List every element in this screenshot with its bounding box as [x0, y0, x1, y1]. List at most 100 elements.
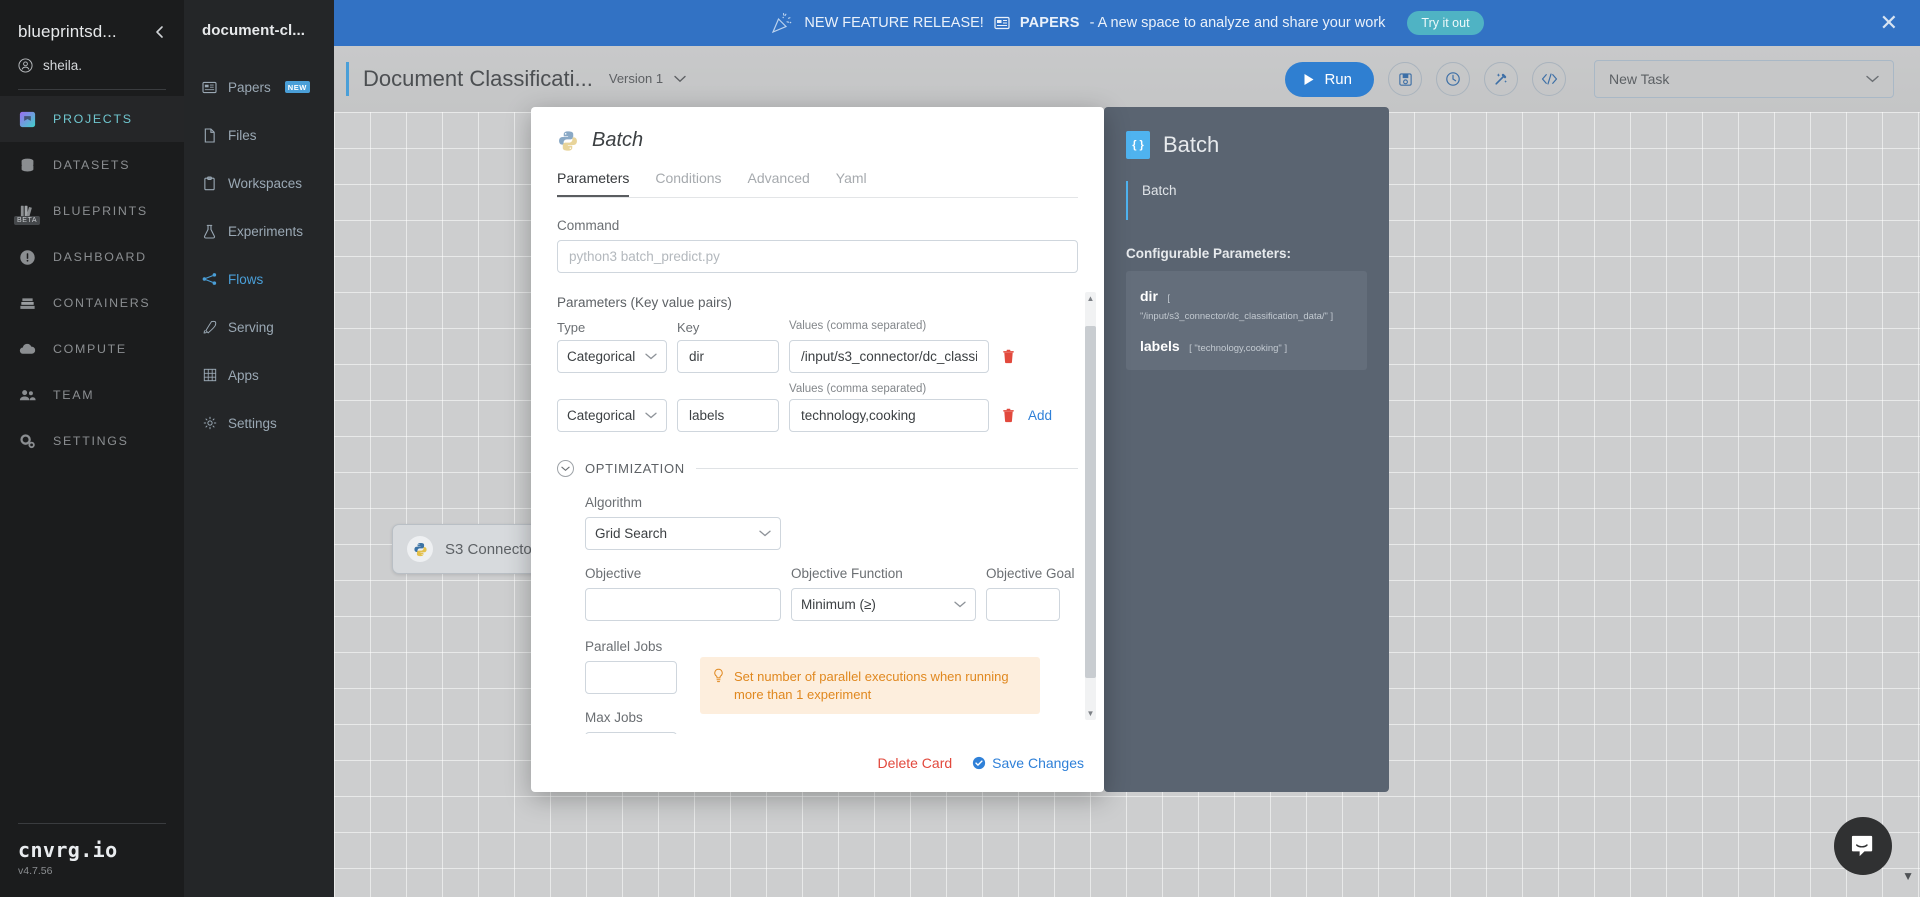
batch-card-modal: Batch Parameters Conditions Advanced Yam… [531, 107, 1104, 792]
card-info-panel: { } Batch Batch Configurable Parameters:… [1104, 107, 1389, 792]
command-input[interactable] [557, 240, 1078, 273]
project-nav-label: Papers [228, 79, 271, 95]
chevron-down-icon [557, 460, 574, 477]
parameter-name: labels [1140, 338, 1180, 354]
history-clock-icon[interactable] [1436, 62, 1470, 96]
optimization-section-toggle[interactable]: OPTIMIZATION [557, 460, 1078, 477]
chevron-down-icon [759, 530, 771, 537]
project-nav-item-experiments[interactable]: Experiments [184, 207, 334, 255]
param-type-select[interactable]: Categorical [557, 399, 667, 432]
run-button[interactable]: Run [1285, 61, 1374, 97]
project-nav-item-settings[interactable]: Settings [184, 399, 334, 447]
max-jobs-input[interactable] [585, 732, 677, 734]
chevron-down-icon [954, 601, 966, 608]
project-nav-item-apps[interactable]: Apps [184, 351, 334, 399]
project-nav-list: Papers NEW Files Workspaces Experiments … [184, 63, 334, 447]
param-type-select[interactable]: Categorical [557, 340, 667, 373]
sidebar-item-settings[interactable]: SETTINGS [0, 418, 184, 464]
algorithm-select[interactable]: Grid Search [585, 517, 781, 550]
trash-icon[interactable] [999, 349, 1018, 364]
project-nav-item-flows[interactable]: Flows [184, 255, 334, 303]
delete-card-button[interactable]: Delete Card [877, 755, 952, 771]
column-header-type: Type [557, 320, 586, 335]
close-icon[interactable]: ✕ [1880, 12, 1898, 34]
param-value-input[interactable] [789, 340, 989, 373]
sidebar-divider [18, 89, 166, 90]
param-key-input[interactable] [677, 340, 779, 373]
sidebar-item-datasets[interactable]: DATASETS [0, 142, 184, 188]
flow-toolbar: Document Classificati... Version 1 Run N… [334, 46, 1920, 112]
gear-icon [202, 416, 217, 431]
flask-icon [202, 224, 217, 239]
project-nav-item-workspaces[interactable]: Workspaces [184, 159, 334, 207]
user-account[interactable]: sheila. [18, 58, 166, 73]
brand-logo: cnvrg.io [18, 838, 118, 862]
trash-icon[interactable] [999, 408, 1018, 423]
project-nav-item-papers[interactable]: Papers NEW [184, 63, 334, 111]
command-label: Command [557, 218, 620, 233]
clipboard-icon [202, 175, 217, 191]
project-nav-label: Workspaces [228, 175, 303, 191]
info-panel-description: Batch [1126, 181, 1367, 220]
chevron-down-icon [673, 75, 686, 83]
project-nav-label: Flows [228, 271, 264, 287]
algorithm-label: Algorithm [585, 495, 643, 510]
optimization-body: Algorithm Grid Search Objective Objectiv… [557, 495, 1078, 734]
code-brackets-icon[interactable] [1532, 62, 1566, 96]
python-icon [407, 536, 433, 562]
check-circle-icon [973, 756, 986, 770]
project-nav-label: Apps [228, 367, 259, 383]
sidebar-item-containers[interactable]: CONTAINERS [0, 280, 184, 326]
max-jobs-label: Max Jobs [585, 710, 643, 725]
save-flow-icon[interactable] [1388, 62, 1422, 96]
scroll-up-arrow-icon[interactable]: ▲ [1085, 292, 1096, 305]
parameter-value: [ "/input/s3_connector/dc_classification… [1140, 293, 1334, 322]
parallel-jobs-field: Parallel Jobs Max Jobs [585, 639, 677, 734]
sidebar-item-team[interactable]: TEAM [0, 372, 184, 418]
project-nav-label: Experiments [228, 223, 304, 239]
intercom-chat-button[interactable] [1834, 817, 1892, 875]
chevron-left-icon[interactable] [153, 24, 166, 40]
project-nav-label: Settings [228, 415, 277, 431]
tab-conditions[interactable]: Conditions [655, 170, 721, 197]
papers-icon [994, 16, 1010, 30]
info-panel-header: { } Batch [1126, 131, 1367, 159]
new-badge: NEW [284, 81, 310, 93]
magic-wand-icon[interactable] [1484, 62, 1518, 96]
party-popper-icon [770, 11, 794, 35]
tab-yaml[interactable]: Yaml [836, 170, 867, 197]
run-label: Run [1324, 70, 1352, 88]
sidebar-item-dashboard[interactable]: DASHBOARD [0, 234, 184, 280]
modal-scrollbar[interactable]: ▲ ▼ [1085, 292, 1096, 720]
tab-parameters[interactable]: Parameters [557, 170, 630, 197]
sidebar-item-projects[interactable]: PROJECTS [0, 96, 184, 142]
version-selector[interactable]: Version 1 [609, 70, 686, 88]
save-changes-button[interactable]: Save Changes [972, 755, 1084, 771]
project-nav-label: Serving [228, 319, 274, 335]
objective-goal-input[interactable] [986, 588, 1060, 621]
objective-input[interactable] [585, 588, 781, 621]
column-header-values: Values (comma separated) [789, 383, 927, 395]
canvas-scroll-down-icon[interactable]: ▼ [1902, 869, 1914, 883]
scrollbar-thumb[interactable] [1085, 326, 1096, 678]
modal-footer: Delete Card Save Changes [531, 734, 1104, 792]
project-nav-item-serving[interactable]: Serving [184, 303, 334, 351]
tab-advanced[interactable]: Advanced [748, 170, 810, 197]
add-parameter-link[interactable]: Add [1028, 408, 1052, 423]
try-it-out-button[interactable]: Try it out [1407, 11, 1484, 35]
task-select[interactable]: New Task [1594, 60, 1894, 98]
parameter-name: dir [1140, 288, 1158, 304]
sidebar-item-blueprints[interactable]: BLUEPRINTS BETA [0, 188, 184, 234]
org-switcher[interactable]: blueprintsd... [18, 22, 166, 42]
param-value-input[interactable] [789, 399, 989, 432]
sidebar-item-label: TEAM [53, 388, 95, 402]
sidebar-item-label: SETTINGS [53, 434, 129, 448]
modal-body: Command Parameters (Key value pairs) Typ… [531, 198, 1104, 734]
project-nav-item-files[interactable]: Files [184, 111, 334, 159]
sidebar-header: blueprintsd... sheila. [0, 0, 184, 90]
param-key-input[interactable] [677, 399, 779, 432]
parallel-jobs-input[interactable] [585, 661, 677, 694]
scroll-down-arrow-icon[interactable]: ▼ [1085, 707, 1096, 720]
sidebar-item-compute[interactable]: COMPUTE [0, 326, 184, 372]
objective-function-select[interactable]: Minimum (≥) [791, 588, 976, 621]
